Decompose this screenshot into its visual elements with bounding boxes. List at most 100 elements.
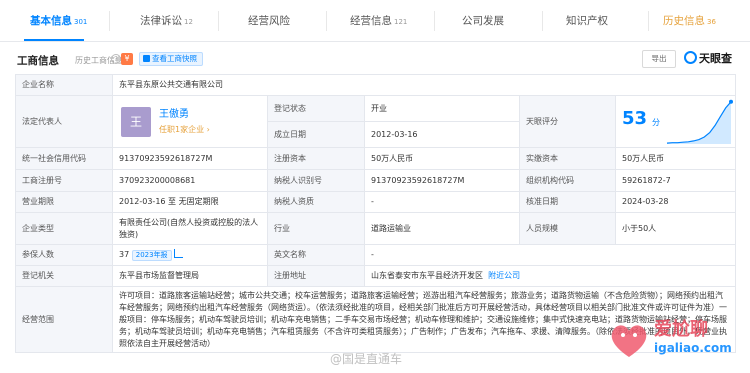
help-icon[interactable]: ? xyxy=(111,54,121,64)
approval-date-value: 2024-03-28 xyxy=(614,191,737,213)
tab-bar: 基本信息 301 法律诉讼 12 经营风险 经营信息 121 公司发展 知识产权 历史… xyxy=(0,0,750,42)
active-tab-indicator xyxy=(24,39,84,41)
avatar[interactable]: 王 xyxy=(121,106,151,137)
table-row: 统一社会信用代码 91370923592618727M 注册资本 50万人民币 … xyxy=(15,147,737,170)
legal-rep-name[interactable]: 王傲勇 xyxy=(159,109,189,121)
tab-label: 公司发展 xyxy=(462,15,504,27)
tianyancha-logo-icon xyxy=(684,51,697,64)
staff-value: 小于50人 xyxy=(614,212,737,245)
staff-label: 人员规模 xyxy=(519,212,616,245)
industry-value: 道路运输业 xyxy=(364,212,520,245)
tab-label: 历史信息 xyxy=(663,15,705,27)
tab-divider xyxy=(326,11,327,31)
taxpayer-id-value: 91370923592618727M xyxy=(364,169,520,192)
authority-value: 东平县市场监督管理局 xyxy=(112,265,268,287)
section-title: 工商信息 xyxy=(17,55,59,67)
view-snapshot-button[interactable]: 查看工商快照 xyxy=(139,52,203,66)
tab-legal[interactable]: 法律诉讼 12 xyxy=(140,0,193,42)
reg-no-value: 370923200008681 xyxy=(112,169,268,192)
tab-count: 301 xyxy=(74,18,88,26)
legal-rep-cell: 王 王傲勇 任职1家企业 › xyxy=(112,95,268,148)
score-trend-area xyxy=(667,101,731,144)
tab-risk[interactable]: 经营风险 xyxy=(248,0,290,42)
reg-capital-value: 50万人民币 xyxy=(364,147,520,170)
table-row: 工商注册号 370923200008681 纳税人识别号 91370923592… xyxy=(15,169,737,192)
business-info-table: 企业名称 东平县东原公共交通有限公司 法定代表人 王 王傲勇 任职1家企业 › … xyxy=(15,74,737,353)
table-row: 登记机关 东平县市场监督管理局 注册地址 山东省泰安市东平县经济开发区 附近公司 xyxy=(15,265,737,287)
table-row: 企业类型 有限责任公司(自然人投资或控股的法人独资) 行业 道路运输业 人员规模… xyxy=(15,212,737,245)
term-label: 营业期限 xyxy=(15,191,113,213)
tab-count: 121 xyxy=(394,18,408,26)
tab-divider xyxy=(542,11,543,31)
export-button[interactable]: 导出 xyxy=(642,50,676,68)
watermark-logo-text: 爱尬聊 xyxy=(654,319,708,340)
legal-rep-label: 法定代表人 xyxy=(15,95,113,148)
legal-rep-companies-link[interactable]: 任职1家企业 › xyxy=(159,124,210,136)
company-type-label: 企业类型 xyxy=(15,212,113,245)
tab-development[interactable]: 公司发展 xyxy=(462,0,504,42)
chart-icon[interactable] xyxy=(173,249,183,258)
weibo-watermark: @国是直通车 xyxy=(330,352,403,366)
tab-ip[interactable]: 知识产权 xyxy=(566,0,608,42)
credit-code-value: 91370923592618727M xyxy=(112,147,268,170)
score-trend-chart xyxy=(666,99,733,144)
view-snapshot-label: 查看工商快照 xyxy=(152,54,197,63)
reg-no-label: 工商注册号 xyxy=(15,169,113,192)
nearby-companies-link[interactable]: 附近公司 xyxy=(488,271,520,280)
tab-basic-info[interactable]: 基本信息 301 xyxy=(30,0,87,42)
table-row: 参保人数 37 2023年报 英文名称 - xyxy=(15,244,737,266)
score-label: 天眼评分 xyxy=(519,95,616,148)
scope-label: 经营范围 xyxy=(15,286,113,353)
status-value: 开业 xyxy=(364,95,520,122)
tab-count: 12 xyxy=(184,18,193,26)
reg-capital-label: 注册资本 xyxy=(267,147,365,170)
company-name: 东平县东原公共交通有限公司 xyxy=(111,74,737,96)
credit-code-label: 统一社会信用代码 xyxy=(15,147,113,170)
company-type-value: 有限责任公司(自然人投资或控股的法人独资) xyxy=(112,212,268,245)
approval-date-label: 核准日期 xyxy=(519,191,616,213)
taxpayer-id-label: 纳税人识别号 xyxy=(267,169,365,192)
table-row: 法定代表人 王 王傲勇 任职1家企业 › 登记状态 开业 天眼评分 53 分 xyxy=(15,95,737,148)
heart-mascot-icon xyxy=(611,325,647,357)
status-label: 登记状态 xyxy=(267,95,365,122)
english-name-value: - xyxy=(363,244,737,266)
taxpayer-qual-value: - xyxy=(364,191,520,213)
address-value: 山东省泰安市东平县经济开发区 xyxy=(371,271,483,280)
table-row: 营业期限 2012-03-16 至 无固定期限 纳税人资质 - 核准日期 202… xyxy=(15,191,737,213)
insured-value: 37 xyxy=(119,250,130,259)
table-row: 企业名称 东平县东原公共交通有限公司 xyxy=(15,74,737,96)
brand-name: 天眼查 xyxy=(699,52,732,65)
tab-divider xyxy=(434,11,435,31)
snapshot-icon xyxy=(143,55,150,62)
tab-label: 经营风险 xyxy=(248,15,290,27)
english-name-label: 英文名称 xyxy=(267,244,365,266)
org-code-label: 组织机构代码 xyxy=(519,169,616,192)
watermark-url: igaliao.com xyxy=(654,341,732,355)
annual-report-tag[interactable]: 2023年报 xyxy=(131,250,172,261)
address-label: 注册地址 xyxy=(267,265,365,287)
tab-history[interactable]: 历史信息 36 xyxy=(663,0,716,42)
site-watermark: 爱尬聊 igaliao.com xyxy=(604,313,750,373)
industry-label: 行业 xyxy=(267,212,365,245)
taxpayer-qual-label: 纳税人资质 xyxy=(267,191,365,213)
score-value: 53 xyxy=(622,107,648,129)
tab-divider xyxy=(109,11,110,31)
score-marker xyxy=(729,99,733,104)
tab-divider xyxy=(218,11,219,31)
org-code-value: 59261872-7 xyxy=(614,169,737,192)
tab-label: 基本信息 xyxy=(30,15,72,27)
score-cell[interactable]: 53 分 xyxy=(614,95,737,148)
authority-label: 登记机关 xyxy=(15,265,113,287)
tab-label: 知识产权 xyxy=(566,15,608,27)
term-value: 2012-03-16 至 无固定期限 xyxy=(112,191,268,213)
founded-value: 2012-03-16 xyxy=(364,121,520,148)
tab-label: 法律诉讼 xyxy=(140,15,182,27)
vip-badge-icon: ¥ xyxy=(121,53,133,65)
score-unit: 分 xyxy=(652,117,660,127)
tab-count: 36 xyxy=(707,18,716,26)
tab-operations[interactable]: 经营信息 121 xyxy=(350,0,407,42)
founded-label: 成立日期 xyxy=(267,121,365,148)
address-cell: 山东省泰安市东平县经济开发区 附近公司 xyxy=(363,265,737,287)
insured-label: 参保人数 xyxy=(15,244,113,266)
tab-label: 经营信息 xyxy=(350,15,392,27)
